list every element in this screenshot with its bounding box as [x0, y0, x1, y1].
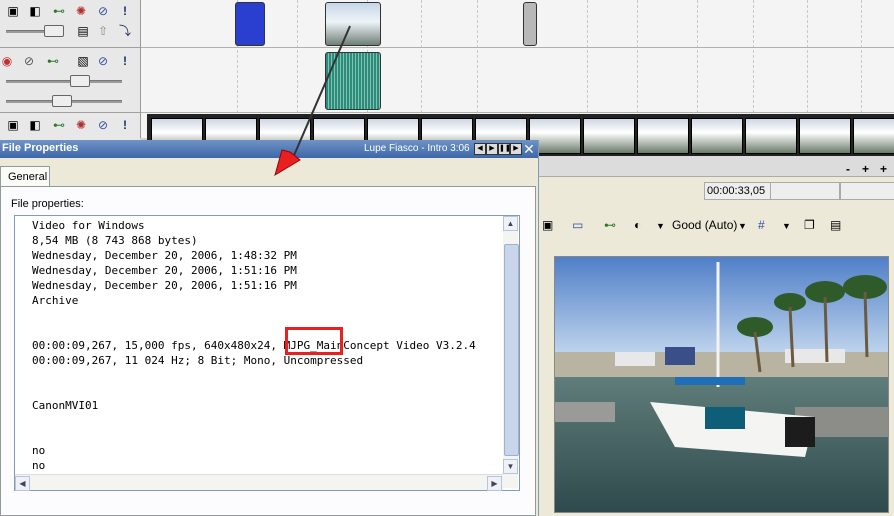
annotation-arrow: [274, 25, 351, 177]
arrow-head-icon: [274, 149, 301, 177]
